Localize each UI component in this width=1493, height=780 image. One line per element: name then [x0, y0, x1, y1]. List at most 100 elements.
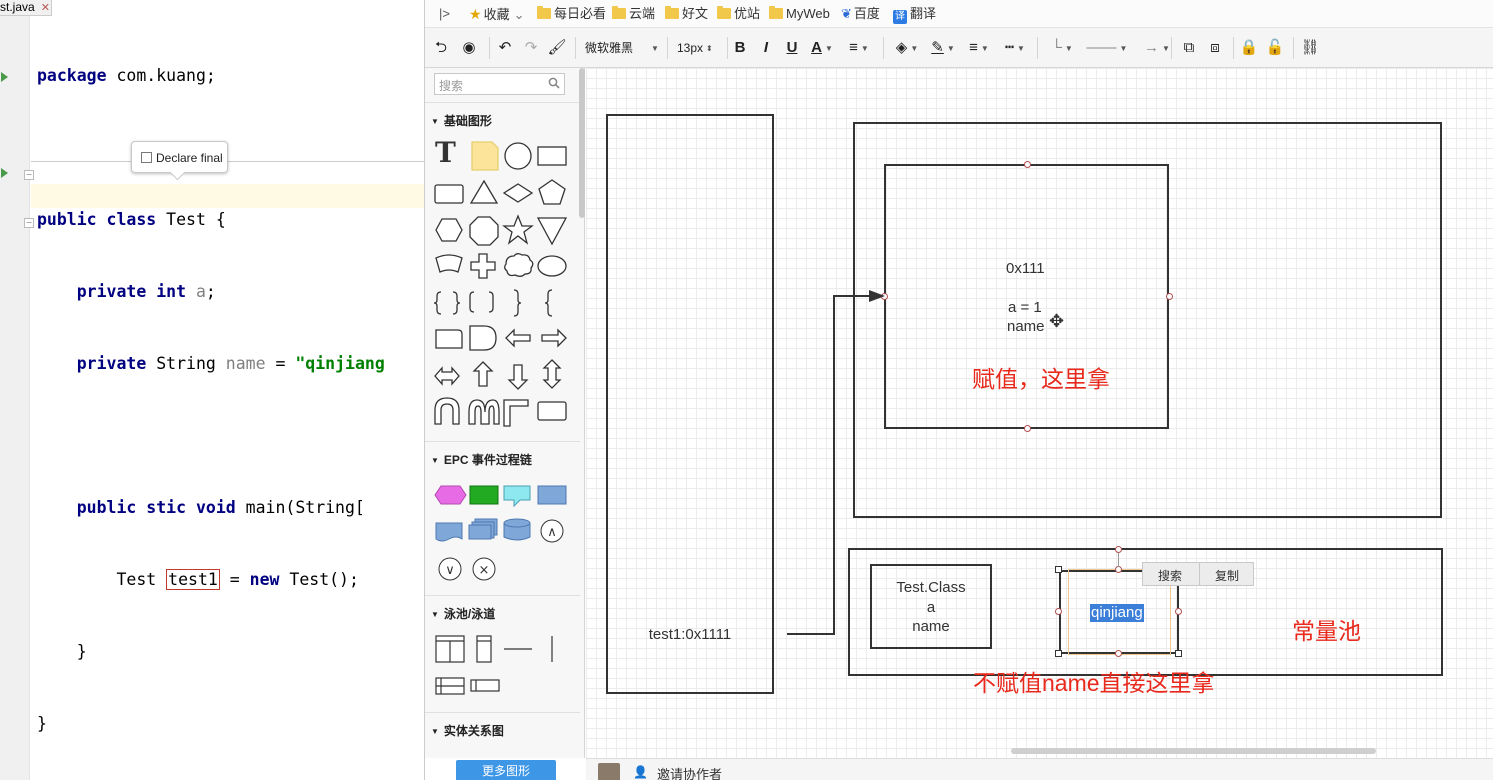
section-er[interactable]: ▼ 实体关系图 [425, 712, 580, 742]
section-epc[interactable]: ▼ EPC 事件过程链 [425, 441, 580, 471]
declare-final-checkbox[interactable] [141, 152, 152, 163]
bracket-right-shape-icon [488, 291, 494, 313]
unlock-icon[interactable]: 🔓 [1265, 36, 1285, 60]
close-icon[interactable]: ✕ [41, 2, 50, 14]
section-title: EPC 事件过程链 [443, 453, 532, 467]
section-swimlane[interactable]: ▼ 泳池/泳道 [425, 595, 580, 625]
variable-test1[interactable]: test1 [166, 569, 220, 590]
line-width-button[interactable]: ≡ ▼ [963, 36, 995, 60]
bookmark-folder-sites[interactable]: 优站 [717, 6, 760, 22]
magnifier-icon[interactable]: ◉ [457, 36, 481, 60]
dashed-line-icon: ┅ [1005, 39, 1015, 56]
dropdown-icon: ▼ [1064, 44, 1073, 53]
line-color-button[interactable]: ✎ ▼ [927, 36, 959, 60]
sidebar-toggle-icon[interactable]: |> [439, 6, 450, 22]
toolbar-divider [1171, 37, 1172, 59]
resize-handle[interactable] [1175, 650, 1182, 657]
resize-handle[interactable] [1055, 566, 1062, 573]
resize-handle[interactable] [1115, 566, 1122, 573]
canvas-hscrollbar[interactable] [1011, 748, 1376, 754]
italic-button[interactable]: I [757, 36, 775, 60]
inverted-triangle-shape-icon [536, 217, 568, 246]
undo-icon[interactable]: ↶ [495, 36, 515, 60]
constructor-call: Test(); [279, 570, 359, 589]
send-back-icon[interactable]: ⧈ [1205, 36, 1225, 60]
bookmark-fanyi[interactable]: 译翻译 [893, 6, 936, 24]
bookmark-folder-myweb[interactable]: MyWeb [769, 6, 830, 22]
font-size-select[interactable]: 13px ⬍ [677, 36, 721, 60]
resize-handle[interactable] [1055, 650, 1062, 657]
redo-icon[interactable]: ↷ [521, 36, 541, 60]
line-start-button[interactable]: —— ▼ [1085, 36, 1129, 60]
bookmark-favorites[interactable]: ★ 收藏 ⌄ [469, 6, 524, 23]
resize-handle[interactable] [1166, 293, 1173, 300]
fill-color-button[interactable]: ◈ ▼ [891, 36, 923, 60]
fold-open-icon[interactable]: − [24, 170, 34, 180]
shape-search-input[interactable]: 搜索 [434, 73, 565, 95]
format-painter-icon[interactable]: 🖌 [547, 36, 567, 60]
line-dash-button[interactable]: ┅ ▼ [999, 36, 1031, 60]
add-user-icon[interactable]: 👤 [633, 765, 648, 779]
code-line-8: Test test1 = new Test(); [37, 568, 385, 592]
basic-shapes-grid[interactable]: T [431, 136, 581, 436]
context-copy-button[interactable]: 复制 [1215, 567, 1239, 584]
bookmark-folder-articles[interactable]: 好文 [665, 6, 708, 22]
run-main-icon[interactable] [1, 168, 8, 178]
search-icon[interactable] [548, 77, 560, 89]
bring-front-icon[interactable]: ⧉ [1179, 36, 1199, 60]
text-shape-icon: T [435, 136, 456, 169]
avatar[interactable] [598, 763, 620, 780]
arrow-updown-shape-icon [542, 359, 562, 389]
epc-document-icon [435, 522, 463, 542]
panel-scrollbar[interactable] [579, 68, 585, 218]
diagram-canvas[interactable]: test1:0x1111 0x111 a = 1 name ✥ 赋值，这里拿 T… [586, 68, 1493, 758]
dropdown-icon: ▼ [651, 44, 659, 53]
bookmark-label: 百度 [853, 6, 880, 21]
file-tab[interactable]: st.java ✕ [0, 0, 52, 16]
invite-collaborator-button[interactable]: 邀请协作者 [657, 764, 722, 780]
lane-vertical-icon [476, 635, 492, 663]
resize-handle[interactable] [1175, 608, 1182, 615]
link-icon[interactable]: ⛓ [1299, 36, 1321, 60]
epc-shapes-grid[interactable]: ∧ ∨ × [431, 474, 581, 586]
dropdown-icon: ▼ [946, 44, 955, 53]
hexagon-shape-icon [435, 218, 463, 242]
epc-comment-icon [503, 485, 531, 508]
rotate-handle[interactable] [1115, 546, 1122, 553]
resize-handle[interactable] [1024, 425, 1031, 432]
brace-shape-icon [513, 289, 522, 317]
selected-string-text[interactable]: qinjiang [1090, 604, 1144, 622]
connector-style-button[interactable]: └ ▼ [1045, 36, 1079, 60]
swimlane-shapes-grid[interactable] [431, 628, 581, 704]
bold-button[interactable]: B [731, 36, 749, 60]
run-class-icon[interactable] [1, 72, 8, 82]
bracket-left-shape-icon [469, 291, 475, 313]
dropdown-icon: ▼ [860, 44, 869, 53]
align-button[interactable]: ≡ ▼ [843, 36, 875, 60]
code-line-9: } [37, 640, 385, 664]
bookmark-folder-cloud[interactable]: 云端 [612, 6, 655, 22]
underline-button[interactable]: U [783, 36, 801, 60]
font-color-button[interactable]: A ▼ [807, 36, 837, 60]
lock-icon[interactable]: 🔒 [1239, 36, 1259, 60]
u-turn-shape-icon [434, 397, 460, 425]
field-name: name [225, 354, 266, 373]
resize-handle[interactable] [1024, 161, 1031, 168]
resize-handle[interactable] [1115, 650, 1122, 657]
bookmark-baidu[interactable]: ❦ 百度 [841, 6, 880, 22]
resize-handle[interactable] [1055, 608, 1062, 615]
context-search-button[interactable]: 搜索 [1158, 567, 1182, 584]
declare-final-popup[interactable]: Declare final [131, 141, 228, 173]
section-basic-shapes[interactable]: ▼ 基础图形 [425, 102, 580, 132]
bookmark-label: 好文 [682, 6, 709, 21]
code-area[interactable]: package com.kuang; public class Test { p… [37, 16, 385, 780]
bookmark-folder-daily[interactable]: 每日必看 [537, 6, 606, 22]
bookmark-label: 每日必看 [554, 6, 607, 21]
fold-close-icon[interactable]: − [24, 218, 34, 228]
more-shapes-button[interactable]: 更多图形 [456, 760, 556, 780]
close-brace-method: } [76, 642, 87, 661]
back-icon[interactable]: ⮌ [431, 36, 451, 60]
stack-box[interactable] [606, 114, 774, 694]
font-family-select[interactable]: 微软雅黑 ▼ [585, 36, 661, 60]
callout-shape-icon [537, 255, 567, 277]
